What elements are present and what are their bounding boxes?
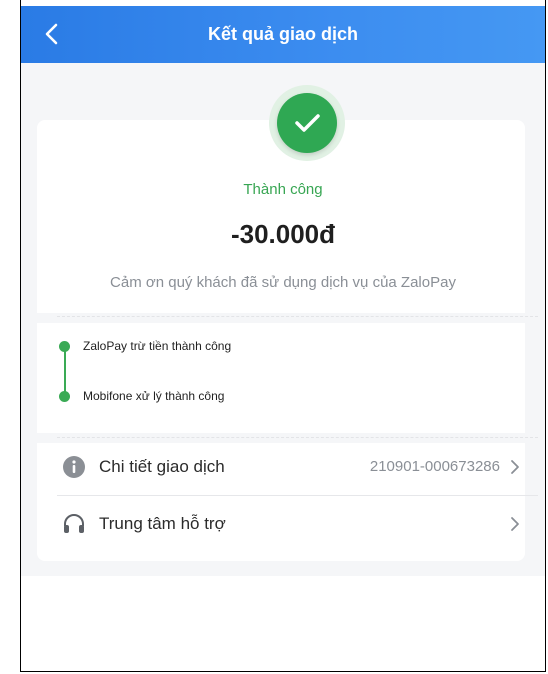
chevron-left-icon[interactable] bbox=[39, 20, 67, 48]
transaction-detail-row[interactable]: Chi tiết giao dịch 210901-000673286 bbox=[57, 440, 522, 494]
app-frame: Kết quả giao dịch Thành công -30.000đ Cả… bbox=[20, 0, 546, 672]
row-label: Trung tâm hỗ trợ bbox=[99, 514, 226, 533]
chevron-right-icon bbox=[511, 517, 519, 531]
info-icon bbox=[63, 456, 85, 478]
dashed-separator bbox=[57, 316, 538, 317]
page-title: Kết quả giao dịch bbox=[207, 24, 358, 44]
step-label: Mobifone xử lý thành công bbox=[83, 389, 225, 403]
amount-text: -30.000đ bbox=[230, 219, 336, 249]
thanks-message: Cảm ơn quý khách đã sử dụng dịch vụ của … bbox=[110, 274, 456, 291]
top-bar: Kết quả giao dịch bbox=[21, 6, 545, 63]
row-label: Chi tiết giao dịch bbox=[99, 457, 225, 476]
step-dot bbox=[59, 391, 70, 402]
check-icon bbox=[277, 93, 337, 153]
transaction-id: 210901-000673286 bbox=[369, 458, 500, 475]
chevron-right-icon bbox=[511, 460, 519, 474]
status-text: Thành công bbox=[243, 181, 323, 198]
row-divider bbox=[57, 495, 538, 496]
step-label: ZaloPay trừ tiền thành công bbox=[83, 339, 232, 353]
dashed-separator bbox=[57, 437, 538, 438]
step-dot bbox=[59, 341, 70, 352]
headset-icon bbox=[64, 514, 84, 533]
support-center-row[interactable]: Trung tâm hỗ trợ bbox=[57, 497, 522, 551]
step-connector bbox=[64, 348, 66, 396]
